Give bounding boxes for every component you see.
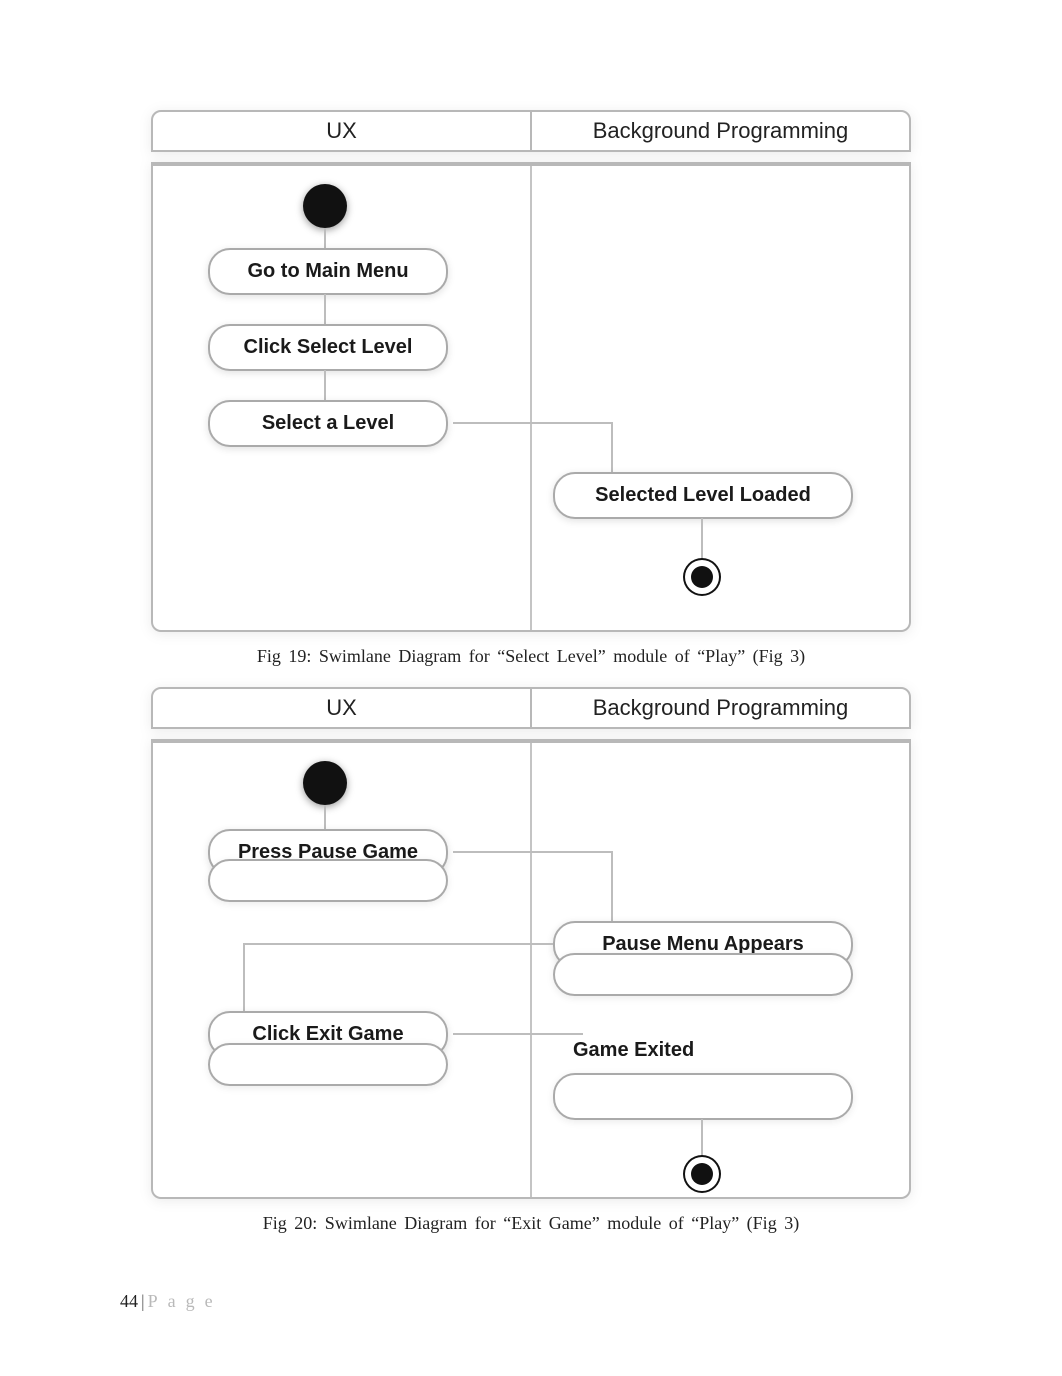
start-node-icon	[303, 184, 347, 228]
flow-connector	[611, 851, 613, 921]
page-number-separator: |	[138, 1291, 148, 1311]
activity-game-exited: Game Exited	[573, 1039, 694, 1062]
swimlane-diagram-1: UX Background Programming Go to Main Men…	[151, 110, 911, 632]
lane-header-row: UX Background Programming	[151, 687, 911, 729]
end-node-icon	[691, 566, 713, 588]
lane-body: Go to Main Menu Click Select Level Selec…	[151, 162, 911, 632]
figure-caption: Fig 19: Swimlane Diagram for “Select Lev…	[120, 646, 942, 667]
activity-shadow: x	[553, 1073, 853, 1120]
page-number: 44	[120, 1291, 138, 1311]
flow-connector	[243, 943, 245, 1011]
lane-header-left: UX	[153, 112, 532, 150]
start-node-icon	[303, 761, 347, 805]
activity-shadow: x	[553, 953, 853, 996]
lane-divider	[530, 166, 532, 630]
flow-connector	[324, 805, 326, 829]
lane-body: Press Pause Game x Pause Menu Appears x …	[151, 739, 911, 1199]
flow-connector	[324, 370, 326, 400]
flow-connector	[324, 294, 326, 324]
flow-connector	[324, 228, 326, 248]
page-label: Page	[148, 1291, 223, 1311]
activity-go-to-main-menu: Go to Main Menu	[208, 248, 448, 295]
lane-header-right: Background Programming	[532, 112, 909, 150]
end-node-icon	[691, 1163, 713, 1185]
flow-connector	[453, 851, 613, 853]
activity-select-a-level: Select a Level	[208, 400, 448, 447]
lane-divider	[530, 743, 532, 1197]
lane-header-right: Background Programming	[532, 689, 909, 727]
activity-shadow: x	[208, 859, 448, 902]
flow-connector	[611, 422, 613, 472]
activity-shadow: x	[208, 1043, 448, 1086]
flow-connector	[243, 943, 553, 945]
page-footer: 44|Page	[120, 1291, 223, 1312]
activity-selected-level-loaded: Selected Level Loaded	[553, 472, 853, 519]
figure-caption: Fig 20: Swimlane Diagram for “Exit Game”…	[120, 1213, 942, 1234]
swimlane-diagram-2: UX Background Programming Press Pause Ga…	[151, 687, 911, 1199]
flow-connector	[453, 1033, 583, 1035]
flow-connector	[701, 1119, 703, 1159]
lane-header-left: UX	[153, 689, 532, 727]
flow-connector	[701, 518, 703, 558]
lane-header-row: UX Background Programming	[151, 110, 911, 152]
activity-click-select-level: Click Select Level	[208, 324, 448, 371]
flow-connector	[453, 422, 613, 424]
